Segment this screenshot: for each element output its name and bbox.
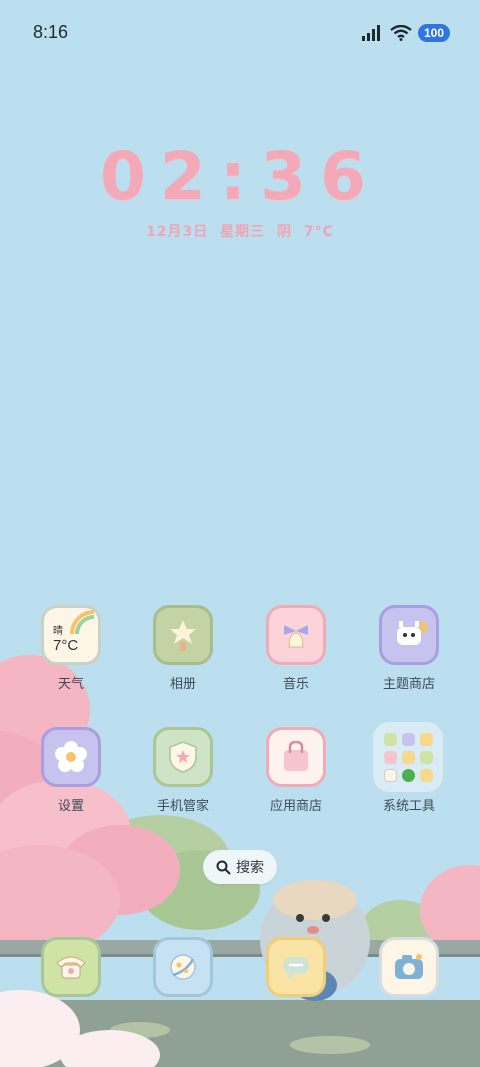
gallery-icon — [153, 605, 213, 665]
app-label-theme-store: 主题商店 — [382, 677, 435, 692]
messages-icon — [266, 937, 326, 997]
dock-phone[interactable] — [21, 937, 121, 997]
folder-system-tools[interactable] — [373, 722, 443, 792]
rainbow-icon — [70, 610, 95, 635]
phone-manager-icon — [153, 727, 213, 787]
mini-app-icon — [384, 751, 397, 764]
app-label-weather: 天气 — [57, 677, 84, 692]
app-settings[interactable]: 设置 — [21, 727, 121, 814]
app-theme-store[interactable]: 主题商店 — [359, 605, 459, 692]
camera-icon — [379, 937, 439, 997]
app-phone-manager[interactable]: 手机管家 — [133, 727, 233, 814]
app-music[interactable]: 音乐 — [246, 605, 346, 692]
mini-app-icon — [384, 733, 397, 746]
status-bar: 8:16 100 — [0, 0, 480, 68]
app-label-music: 音乐 — [282, 677, 309, 692]
search-button[interactable]: 搜索 — [203, 850, 277, 884]
clock-time: 02:36 — [99, 138, 381, 215]
mini-app-icon — [402, 769, 415, 782]
music-icon — [266, 605, 326, 665]
app-label-system-tools: 系统工具 — [382, 799, 435, 814]
weather-icon: 晴 7°C — [41, 605, 101, 665]
mini-app-icon — [384, 769, 397, 782]
dock-messages[interactable] — [246, 937, 346, 997]
settings-icon — [41, 727, 101, 787]
battery-indicator: 100 — [417, 24, 450, 42]
mini-app-icon — [402, 751, 415, 764]
weather-temperature: 7°C — [53, 637, 79, 654]
app-label-gallery: 相册 — [169, 677, 196, 692]
mini-app-icon — [420, 751, 433, 764]
dock-browser[interactable] — [133, 937, 233, 997]
app-gallery[interactable]: 相册 — [133, 605, 233, 692]
signal-icon — [361, 25, 380, 41]
wifi-icon — [390, 25, 412, 41]
app-app-store[interactable]: 应用商店 — [246, 727, 346, 814]
app-label-phone-manager: 手机管家 — [156, 799, 209, 814]
theme-store-icon — [379, 605, 439, 665]
phone-icon — [41, 937, 101, 997]
clock-date: 12月3日 星期三 阴 7°C — [146, 224, 334, 240]
mini-app-icon — [420, 733, 433, 746]
app-label-settings: 设置 — [57, 799, 84, 814]
status-icons: 100 — [361, 22, 450, 44]
app-label-app-store: 应用商店 — [269, 799, 322, 814]
dock-camera[interactable] — [359, 937, 459, 997]
search-icon — [216, 860, 231, 875]
search-label: 搜索 — [236, 860, 264, 876]
mini-app-icon — [420, 769, 433, 782]
mini-app-icon — [402, 733, 415, 746]
app-store-icon — [266, 727, 326, 787]
status-time: 8:16 — [33, 22, 69, 42]
weather-condition: 晴 — [53, 626, 63, 637]
browser-icon — [153, 937, 213, 997]
clock-widget[interactable]: 02:36 12月3日 星期三 阴 7°C — [0, 138, 480, 241]
app-weather[interactable]: 晴 7°C 天气 — [21, 605, 121, 692]
